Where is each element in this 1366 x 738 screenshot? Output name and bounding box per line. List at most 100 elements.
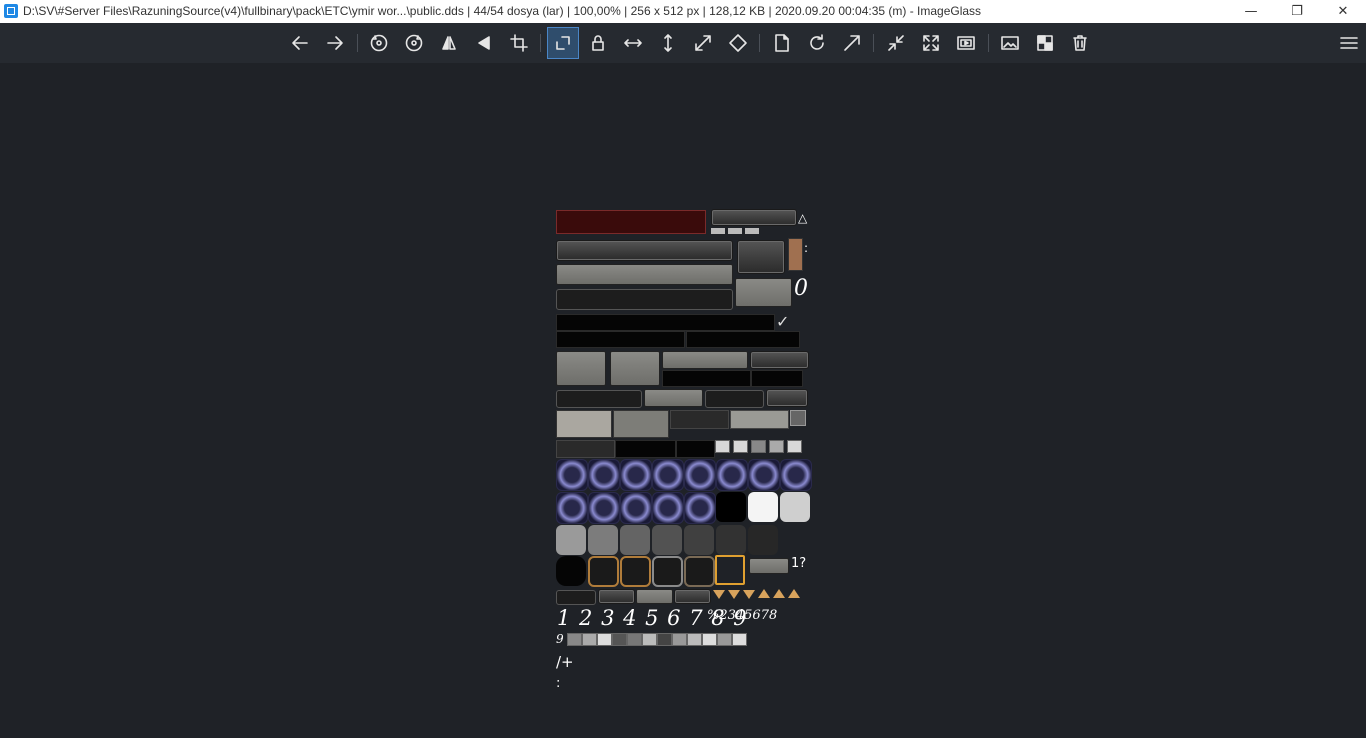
close-small-icon [582,633,597,646]
texture-block [652,525,682,555]
texture-block [676,440,715,458]
texture-block [684,492,716,524]
flip-horizontal-icon [442,36,456,50]
texture-block [620,459,652,491]
scale-to-fit-button[interactable] [688,28,718,58]
arrow-down-icon [728,590,740,599]
texture-block [748,492,778,522]
texture-block [662,351,748,369]
flip-horizontal-button[interactable] [434,28,464,58]
go-to-button[interactable] [837,28,867,58]
auto-zoom-button[interactable] [547,27,579,59]
scale-to-fill-icon [729,34,747,52]
toolbar-separator [988,34,989,52]
texture-block [588,525,618,555]
texture-block [567,633,582,646]
small-digits: %2345678 [707,608,778,623]
texture-block [556,525,586,555]
close-button[interactable]: ✕ [1320,0,1366,23]
texture-block [748,459,780,491]
texture-block [652,459,684,491]
rotate-left-button[interactable] [364,28,394,58]
zero-glyph: 0 [794,276,808,301]
restore-button[interactable]: ❐ [1274,0,1320,23]
arrow-down-icon [743,590,755,599]
lock-zoom-icon [592,35,604,51]
texture-block [657,633,672,646]
scale-to-fit-icon [695,35,711,51]
close-small-icon [612,633,627,646]
delete-icon [1073,35,1087,51]
slash-plus-glyph: /+ [556,653,574,671]
arrow-up-icon [717,633,732,646]
texture-block [684,556,715,587]
back-icon [292,36,308,50]
refresh-icon [810,34,824,50]
texture-block [705,390,764,408]
rotate-right-icon [405,34,423,52]
close-icon: ✕ [1337,4,1349,19]
slideshow-button[interactable] [951,28,981,58]
texture-block [711,228,725,234]
texture-block [642,633,657,646]
minimize-button[interactable]: — [1228,0,1274,23]
toolbar-separator [873,34,874,52]
refresh-button[interactable] [802,28,832,58]
arrow-up-icon [751,440,766,453]
texture-block [670,410,729,429]
texture-block [716,525,746,555]
texture-block [556,289,733,310]
flip-vertical-button[interactable] [469,28,499,58]
close-small-icon [597,633,612,646]
menu-icon [1340,37,1358,49]
menu-button[interactable] [1334,28,1364,58]
scale-width-button[interactable] [618,28,648,58]
texture-block [556,351,606,386]
rotate-right-button[interactable] [399,28,429,58]
texture-block [627,633,642,646]
toolbar-separator [759,34,760,52]
slideshow-icon [957,36,975,50]
delete-button[interactable] [1065,28,1095,58]
texture-block [556,440,615,458]
texture-block [780,492,810,522]
texture-block [644,389,703,407]
set-wallpaper-button[interactable] [995,28,1025,58]
texture-block [556,314,775,331]
texture-block [745,228,759,234]
texture-block [556,331,685,348]
texture-block [556,264,733,285]
forward-button[interactable] [320,28,350,58]
forward-icon [327,36,343,50]
texture-block [730,410,789,429]
arrow-up-icon [788,589,800,598]
scale-height-button[interactable] [653,28,683,58]
thumbnail-button[interactable] [881,28,911,58]
texture-block [737,240,785,274]
texture-block [728,228,742,234]
crop-icon [510,34,528,52]
back-button[interactable] [285,28,315,58]
texture-block [749,558,789,574]
go-to-icon [844,35,860,51]
texture-glyph: △ [798,211,808,225]
arrow-up-icon [773,589,785,598]
arrow-down-icon [713,590,725,599]
texture-block [610,351,660,386]
lock-zoom-button[interactable] [583,28,613,58]
texture-block [556,240,733,261]
checkerboard-button[interactable] [1030,28,1060,58]
scale-width-icon [624,39,642,47]
open-file-button[interactable] [767,28,797,58]
arrow-down-icon [715,440,730,453]
arrow-up-icon [732,633,747,646]
checkmark-icon: ✓ [776,312,790,331]
crop-button[interactable] [504,28,534,58]
fullscreen-button[interactable] [916,28,946,58]
minimize-icon: — [1244,4,1258,19]
texture-block [652,492,684,524]
arrow-up-icon [769,440,784,453]
arrow-down-icon [672,633,687,646]
scale-to-fill-button[interactable] [723,28,753,58]
image-viewer[interactable]: △ : 0 ✓ 1? 1 2 3 4 5 6 7 8 9 %2345678 9 … [0,63,1366,738]
